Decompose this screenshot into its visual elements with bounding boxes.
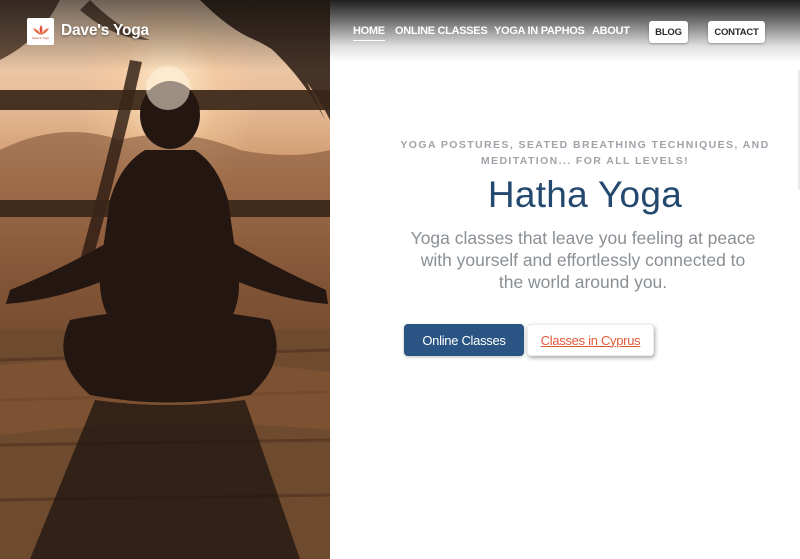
logo[interactable]: Dave's Yoga <box>27 18 54 45</box>
blog-button[interactable]: BLOG <box>649 21 688 43</box>
nav-yoga-in-paphos[interactable]: YOGA IN PAPHOS <box>494 25 585 37</box>
brand-name[interactable]: Dave's Yoga <box>61 22 149 40</box>
hero-subtitle: Yoga classes that leave you feeling at p… <box>410 228 756 292</box>
hero-tagline: YOGA POSTURES, SEATED BREATHING TECHNIQU… <box>400 139 770 167</box>
online-classes-button[interactable]: Online Classes <box>404 324 524 356</box>
nav-online-classes[interactable]: ONLINE CLASSES <box>395 25 488 37</box>
nav-about[interactable]: ABOUT <box>592 25 630 37</box>
hero-title: Hatha Yoga <box>487 174 683 215</box>
nav-home[interactable]: HOME <box>353 25 385 41</box>
classes-in-cyprus-button[interactable]: Classes in Cyprus <box>527 324 654 356</box>
contact-button[interactable]: CONTACT <box>708 21 765 43</box>
logo-caption: Dave's Yoga <box>32 35 49 40</box>
hero-photo <box>0 0 330 559</box>
lotus-icon <box>32 24 49 35</box>
